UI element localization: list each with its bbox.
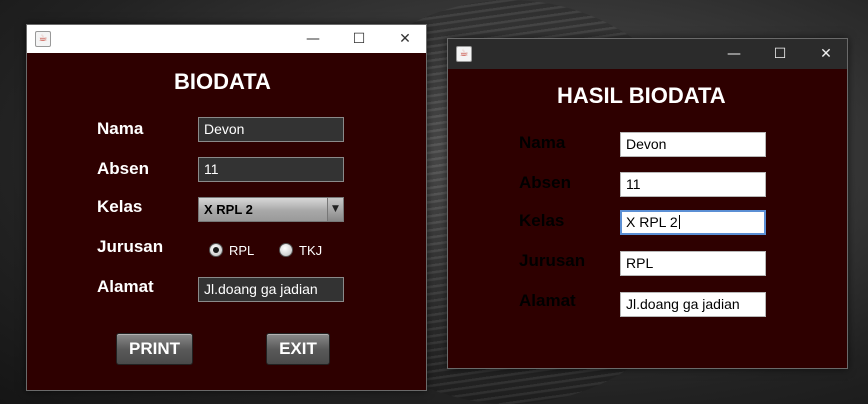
- kelas-dropdown-value: X RPL 2: [204, 202, 253, 217]
- result-titlebar[interactable]: ☕ — ☐ ✕: [448, 39, 847, 69]
- maximize-button[interactable]: ☐: [336, 25, 382, 53]
- alamat-label: Alamat: [519, 291, 576, 310]
- chevron-down-icon[interactable]: ▼: [327, 198, 343, 221]
- alamat-output[interactable]: Jl.doang ga jadian: [620, 292, 766, 317]
- form-titlebar[interactable]: ☕ — ☐ ✕: [27, 25, 426, 53]
- form-title: BIODATA: [174, 69, 271, 94]
- hasil-biodata-window: ☕ — ☐ ✕ HASIL BIODATA Nama Devon Absen 1…: [447, 38, 848, 369]
- maximize-button[interactable]: ☐: [757, 39, 803, 69]
- result-content-panel: HASIL BIODATA Nama Devon Absen 11 Kelas …: [448, 69, 847, 368]
- jurusan-output[interactable]: RPL: [620, 251, 766, 276]
- jurusan-label: Jurusan: [519, 251, 586, 270]
- kelas-label: Kelas: [97, 197, 143, 216]
- absen-label: Absen: [519, 173, 571, 192]
- exit-button[interactable]: EXIT: [266, 333, 330, 365]
- kelas-output-value: X RPL 2: [626, 214, 678, 230]
- radio-unselected-icon[interactable]: [279, 243, 293, 257]
- result-title: HASIL BIODATA: [557, 83, 726, 108]
- java-cup-icon: ☕: [35, 31, 51, 47]
- radio-rpl-label: RPL: [229, 242, 255, 258]
- radio-tkj-label: TKJ: [299, 242, 323, 258]
- java-cup-icon: ☕: [456, 46, 472, 62]
- alamat-input[interactable]: Jl.doang ga jadian: [198, 277, 344, 302]
- biodata-form-window: ☕ — ☐ ✕ BIODATA Nama Devon Absen 11 Kela…: [26, 24, 427, 391]
- kelas-label: Kelas: [519, 211, 565, 230]
- alamat-label: Alamat: [97, 277, 154, 296]
- nama-input[interactable]: Devon: [198, 117, 344, 142]
- absen-output[interactable]: 11: [620, 172, 766, 197]
- text-caret: [678, 215, 680, 229]
- radio-selected-icon[interactable]: [209, 243, 223, 257]
- absen-input[interactable]: 11: [198, 157, 344, 182]
- close-button[interactable]: ✕: [803, 39, 849, 69]
- nama-output[interactable]: Devon: [620, 132, 766, 157]
- kelas-output[interactable]: X RPL 2: [620, 210, 766, 235]
- form-content-panel: BIODATA Nama Devon Absen 11 Kelas X RPL …: [27, 53, 426, 390]
- close-button[interactable]: ✕: [382, 25, 428, 53]
- jurusan-label: Jurusan: [97, 237, 164, 256]
- minimize-button[interactable]: —: [290, 25, 336, 53]
- radio-tkj[interactable]: TKJ: [279, 241, 322, 259]
- absen-label: Absen: [97, 159, 149, 178]
- print-button[interactable]: PRINT: [116, 333, 193, 365]
- nama-label: Nama: [97, 119, 144, 138]
- radio-rpl[interactable]: RPL: [209, 241, 254, 259]
- kelas-dropdown[interactable]: X RPL 2 ▼: [198, 197, 344, 222]
- nama-label: Nama: [519, 133, 566, 152]
- minimize-button[interactable]: —: [711, 39, 757, 69]
